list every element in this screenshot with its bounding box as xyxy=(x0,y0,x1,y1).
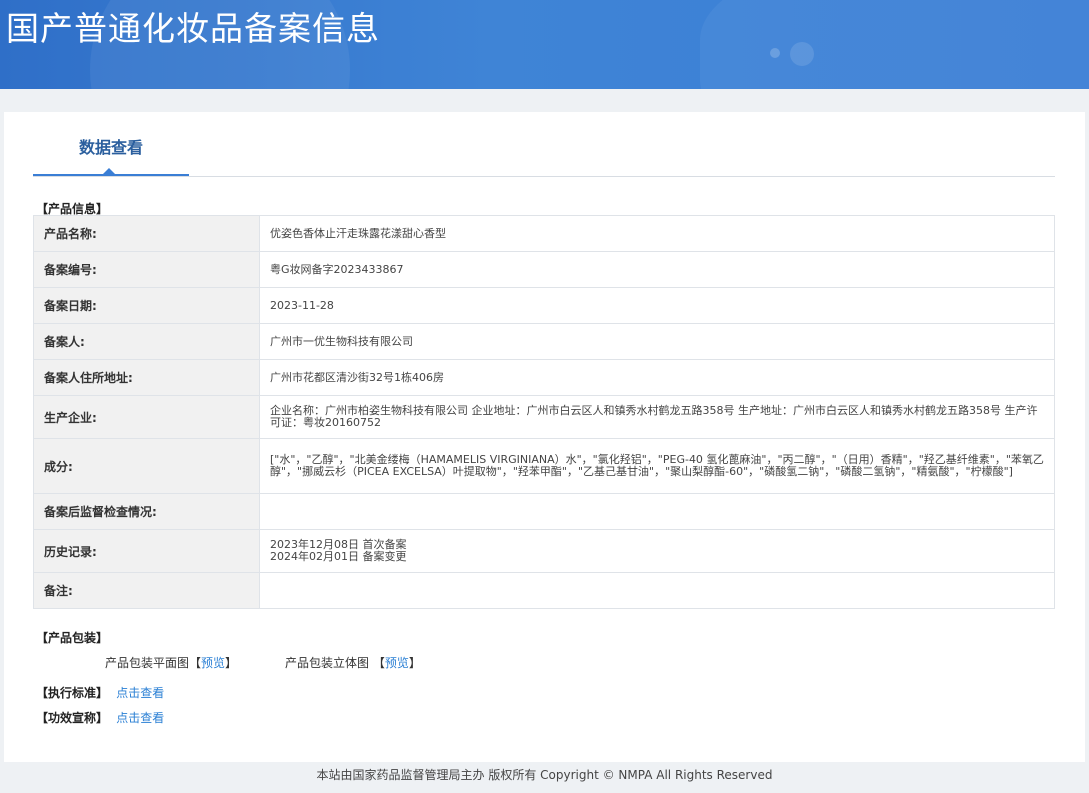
row-key: 生产企业: xyxy=(33,395,260,439)
row-value: 优姿色香体止汗走珠露花漾甜心香型 xyxy=(259,215,1055,252)
efficacy-heading: 【功效宣称】 xyxy=(36,711,109,725)
row-key: 产品名称: xyxy=(33,215,260,252)
row-key: 备案日期: xyxy=(33,287,260,324)
tab-data-view[interactable]: 数据查看 xyxy=(33,126,189,176)
package-flat-preview-link[interactable]: 预览 xyxy=(201,656,225,670)
row-value: 广州市一优生物科技有限公司 xyxy=(259,323,1055,360)
header-decoration xyxy=(770,48,780,58)
row-value: 2023年12月08日 首次备案 2024年02月01日 备案变更 xyxy=(259,529,1055,573)
row-key: 备案编号: xyxy=(33,251,260,288)
table-row: 备案人: 广州市一优生物科技有限公司 xyxy=(33,323,1055,360)
tab-bar: 数据查看 xyxy=(33,126,1055,177)
efficacy-view-link[interactable]: 点击查看 xyxy=(116,711,164,725)
row-key: 备注: xyxy=(33,572,260,609)
row-value: 广州市花都区清沙街32号1栋406房 xyxy=(259,359,1055,396)
row-value: 企业名称：广州市柏姿生物科技有限公司 企业地址：广州市白云区人和镇秀水村鹤龙五路… xyxy=(259,395,1055,439)
table-row: 备案后监督检查情况: xyxy=(33,493,1055,530)
package-solid-label: 产品包装立体图 【 xyxy=(285,656,385,670)
package-flat-label: 产品包装平面图【 xyxy=(105,656,202,670)
efficacy-row: 【功效宣称】 点击查看 xyxy=(36,709,164,726)
bracket-close: 】 xyxy=(225,656,238,670)
row-key: 备案人: xyxy=(33,323,260,360)
table-row: 备案日期: 2023-11-28 xyxy=(33,287,1055,324)
row-value: ["水"，"乙醇"，"北美金缕梅（HAMAMELIS VIRGINIANA）水"… xyxy=(259,438,1055,494)
package-solid-view: 产品包装立体图 【预览】 xyxy=(285,654,421,671)
tab-label: 数据查看 xyxy=(78,138,143,157)
row-key: 备案后监督检查情况: xyxy=(33,493,260,530)
row-key: 历史记录: xyxy=(33,529,260,573)
package-flat-view: 产品包装平面图【预览】 xyxy=(105,654,237,671)
table-row: 成分: ["水"，"乙醇"，"北美金缕梅（HAMAMELIS VIRGINIAN… xyxy=(33,438,1055,494)
table-row: 生产企业: 企业名称：广州市柏姿生物科技有限公司 企业地址：广州市白云区人和镇秀… xyxy=(33,395,1055,439)
row-value xyxy=(259,493,1055,530)
page-footer: 本站由国家药品监督管理局主办 版权所有 Copyright © NMPA All… xyxy=(316,768,773,782)
product-info-table: 产品名称: 优姿色香体止汗走珠露花漾甜心香型 备案编号: 粤G妆网备字20234… xyxy=(33,215,1055,609)
history-entry: 2024年02月01日 备案变更 xyxy=(270,550,407,563)
table-row: 备案人住所地址: 广州市花都区清沙街32号1栋406房 xyxy=(33,359,1055,396)
header-decoration xyxy=(790,42,814,66)
table-row: 历史记录: 2023年12月08日 首次备案 2024年02月01日 备案变更 xyxy=(33,529,1055,573)
table-row: 备案编号: 粤G妆网备字2023433867 xyxy=(33,251,1055,288)
standard-view-link[interactable]: 点击查看 xyxy=(116,686,164,700)
row-value: 2023-11-28 xyxy=(259,287,1055,324)
row-value: 粤G妆网备字2023433867 xyxy=(259,251,1055,288)
packaging-heading: 【产品包装】 xyxy=(36,631,109,645)
header-decoration xyxy=(700,0,1089,89)
row-key: 备案人住所地址: xyxy=(33,359,260,396)
standard-heading: 【执行标准】 xyxy=(36,686,109,700)
bracket-close: 】 xyxy=(408,656,421,670)
table-row: 产品名称: 优姿色香体止汗走珠露花漾甜心香型 xyxy=(33,215,1055,252)
standard-row: 【执行标准】 点击查看 xyxy=(36,684,164,701)
row-key: 成分: xyxy=(33,438,260,494)
page-header: 国产普通化妆品备案信息 xyxy=(0,0,1089,89)
tab-caret-icon xyxy=(103,168,115,174)
content-card: 数据查看 【产品信息】 产品名称: 优姿色香体止汗走珠露花漾甜心香型 备案编号:… xyxy=(4,112,1085,762)
row-value xyxy=(259,572,1055,609)
table-row: 备注: xyxy=(33,572,1055,609)
package-solid-preview-link[interactable]: 预览 xyxy=(385,656,409,670)
page-title: 国产普通化妆品备案信息 xyxy=(6,9,380,48)
